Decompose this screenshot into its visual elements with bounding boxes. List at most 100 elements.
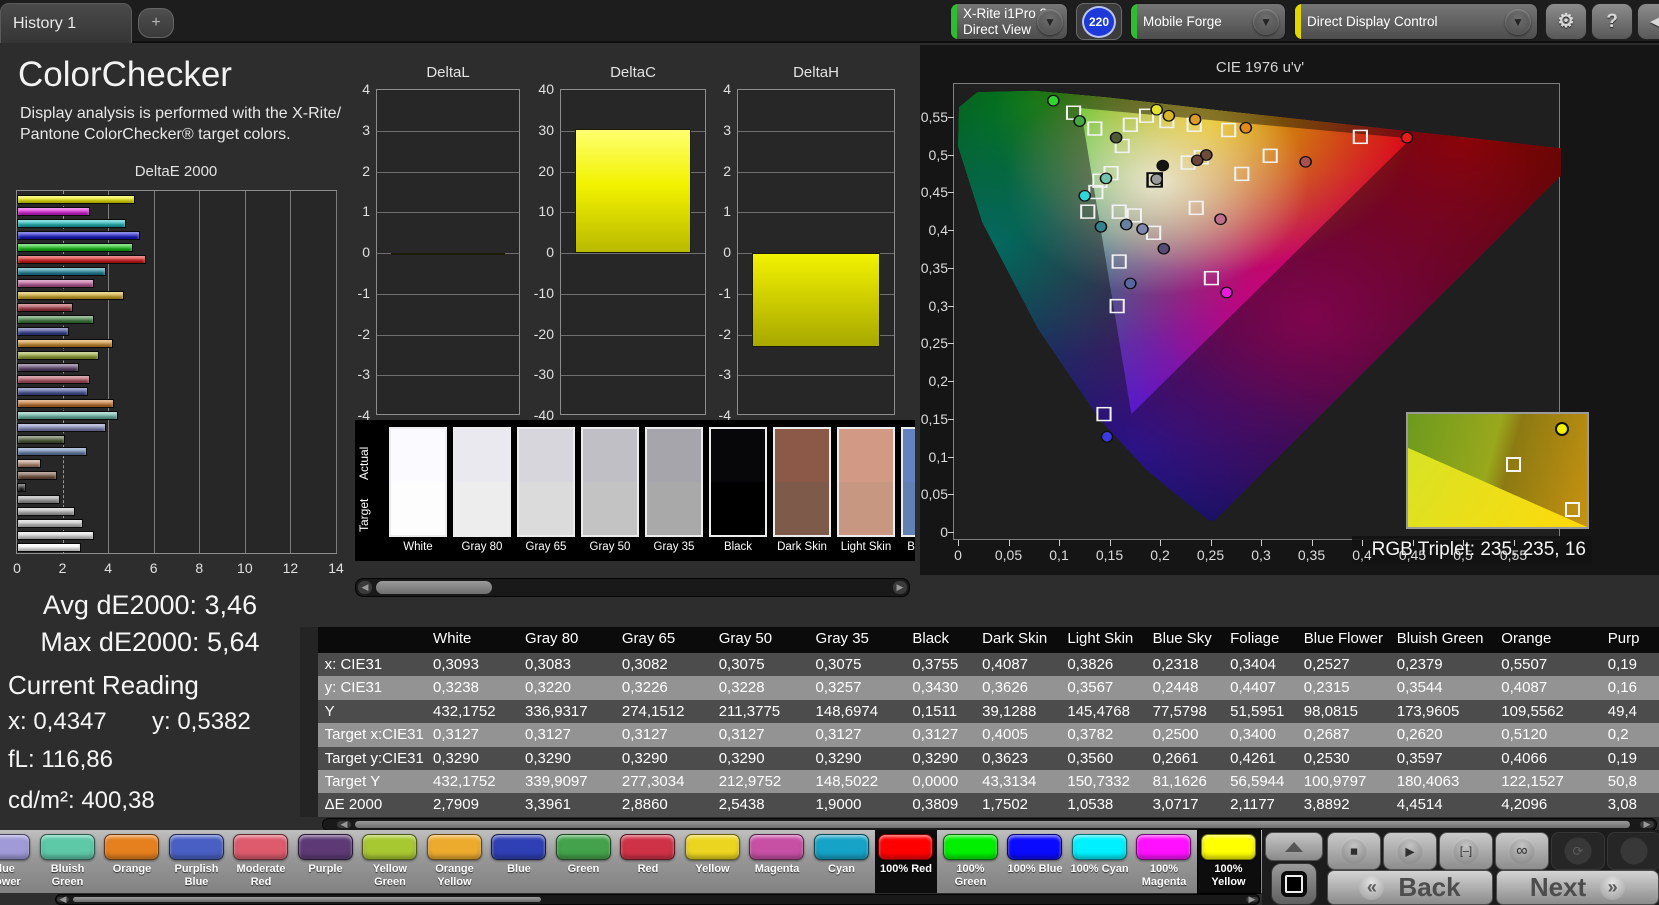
pattern-purple[interactable]: Purple: [295, 830, 357, 893]
table-cell: 0,4407: [1223, 676, 1297, 699]
pattern-red[interactable]: Red: [617, 830, 679, 893]
table-cell: 0,3093: [426, 653, 518, 676]
refresh-button[interactable]: ⟳: [1551, 832, 1605, 870]
scroll-right-icon[interactable]: ▶: [1246, 897, 1258, 902]
tab-history-1[interactable]: History 1: [0, 3, 132, 43]
infinity-button[interactable]: ∞: [1495, 832, 1549, 870]
table-cell: 0,3567: [1060, 676, 1145, 699]
actual-color: [583, 429, 637, 482]
pattern-blue[interactable]: Blue: [488, 830, 550, 893]
scroll-left-icon[interactable]: ◀: [57, 897, 69, 902]
pattern-100-blue[interactable]: 100% Blue: [1004, 830, 1066, 893]
column-header: Gray 35: [809, 627, 906, 653]
tick-mark: [948, 532, 954, 533]
settings-button[interactable]: ⚙: [1545, 3, 1587, 40]
measured-point: [1121, 219, 1132, 230]
scroll-left-icon[interactable]: ◀: [337, 821, 351, 828]
pattern-orange[interactable]: Orange: [101, 830, 163, 893]
meter-dropdown[interactable]: X-Rite i1Pro 2 Direct View ▼: [950, 3, 1068, 40]
y-tick-label: -30: [520, 366, 554, 382]
play-button[interactable]: ▶: [1383, 832, 1437, 870]
patch-label: Dark Skin: [773, 541, 831, 553]
de-bar-moderate-red: [17, 375, 90, 384]
loop-button[interactable]: [–]: [1439, 832, 1493, 870]
table-cell: 2,7909: [426, 793, 518, 816]
x-tick-label: 12: [283, 560, 299, 576]
table-cell: 0,3127: [426, 723, 518, 746]
pattern-blue-flower[interactable]: Blue Flower: [0, 830, 34, 893]
de-bar-purplish-blue: [17, 387, 88, 396]
color-chip: [620, 834, 675, 860]
table-cell: 3,0717: [1146, 793, 1224, 816]
pattern-100-green[interactable]: 100% Green: [940, 830, 1002, 893]
chevron-double-right-icon: »: [1600, 875, 1625, 900]
measured-point: [1157, 160, 1168, 171]
y-tick-label: 2: [336, 163, 370, 179]
color-chip: [104, 834, 159, 860]
measured-point: [1215, 214, 1226, 225]
y-tick-label: 0: [697, 244, 731, 260]
table-row: Target x:CIE310,31270,31270,31270,31270,…: [300, 723, 1659, 746]
pattern-green[interactable]: Green: [553, 830, 615, 893]
gridline: [561, 335, 705, 336]
next-button[interactable]: Next »: [1496, 870, 1659, 905]
collapse-button[interactable]: ◀: [1637, 3, 1659, 40]
stop-button[interactable]: ■: [1327, 832, 1381, 870]
cie-x-tick-label: 0,45: [1399, 547, 1426, 563]
pattern-purplish-blue[interactable]: Purplish Blue: [166, 830, 228, 893]
pattern-label: Yellow: [682, 863, 744, 876]
tick-mark: [1211, 540, 1212, 546]
table-cell: 2,8860: [615, 793, 712, 816]
table-cell: 0,2687: [1297, 723, 1390, 746]
patch-label: White: [389, 541, 447, 553]
source-dropdown[interactable]: Mobile Forge ▼: [1130, 3, 1286, 40]
back-button[interactable]: « Back: [1327, 870, 1493, 905]
color-chip: [1201, 834, 1256, 860]
de-bar-100-yellow: [17, 195, 135, 204]
pattern-100-yellow[interactable]: 100% Yellow: [1198, 830, 1260, 893]
target-color: [519, 482, 573, 535]
pattern-bluish-green[interactable]: Bluish Green: [37, 830, 99, 893]
gridline: [245, 191, 246, 553]
x-tick-label: 0: [13, 560, 21, 576]
table-cell: 3,3961: [518, 793, 615, 816]
expand-panel-button[interactable]: [1265, 832, 1323, 861]
pattern-yellow[interactable]: Yellow: [682, 830, 744, 893]
pattern-yellow-green[interactable]: Yellow Green: [359, 830, 421, 893]
pattern-orange-yellow[interactable]: Orange Yellow: [424, 830, 486, 893]
workflow-dropdown[interactable]: Direct Display Control ▼: [1294, 3, 1538, 40]
pattern-100-magenta[interactable]: 100% Magenta: [1133, 830, 1195, 893]
pattern-moderate-red[interactable]: Moderate Red: [230, 830, 292, 893]
pattern-window-button[interactable]: [1271, 863, 1317, 905]
measured-point: [1151, 174, 1162, 185]
scroll-right-icon[interactable]: ▶: [893, 581, 907, 594]
help-button[interactable]: ?: [1591, 3, 1633, 40]
cie-y-tick-label: 0,35: [904, 260, 948, 276]
deltac-bar-chart: [560, 89, 706, 415]
table-cell: 0,2620: [1390, 723, 1495, 746]
pattern-100-red[interactable]: 100% Red: [875, 830, 937, 893]
patch-strip-scrollbar[interactable]: ◀ ▶: [355, 578, 910, 597]
scrollbar-thumb[interactable]: [376, 581, 492, 594]
scroll-left-icon[interactable]: ◀: [358, 581, 372, 594]
column-header: White: [426, 627, 518, 653]
pattern-cyan[interactable]: Cyan: [811, 830, 873, 893]
pattern-magenta[interactable]: Magenta: [746, 830, 808, 893]
table-cell: 0,2500: [1146, 723, 1224, 746]
scroll-right-icon[interactable]: ▶: [1640, 821, 1654, 828]
top-bar: History 1 + X-Rite i1Pro 2 Direct View ▼…: [0, 0, 1659, 43]
add-tab-button[interactable]: +: [138, 8, 174, 38]
blank-button[interactable]: [1607, 832, 1659, 870]
scrollbar-thumb[interactable]: [73, 897, 541, 902]
meter-count-badge[interactable]: 220: [1076, 3, 1122, 40]
cie-y-tick-label: 0,45: [904, 184, 948, 200]
table-cell: 39,1288: [975, 700, 1060, 723]
pattern-100-cyan[interactable]: 100% Cyan: [1069, 830, 1131, 893]
table-cell: 0,2: [1601, 723, 1659, 746]
scrollbar-thumb[interactable]: [355, 821, 1630, 828]
gear-icon: ⚙: [1557, 10, 1574, 33]
de-bar-purple: [17, 363, 79, 372]
pattern-strip-scrollbar[interactable]: ◀ ▶: [55, 894, 1260, 905]
measured-point: [1100, 173, 1111, 184]
color-chip: [491, 834, 546, 860]
